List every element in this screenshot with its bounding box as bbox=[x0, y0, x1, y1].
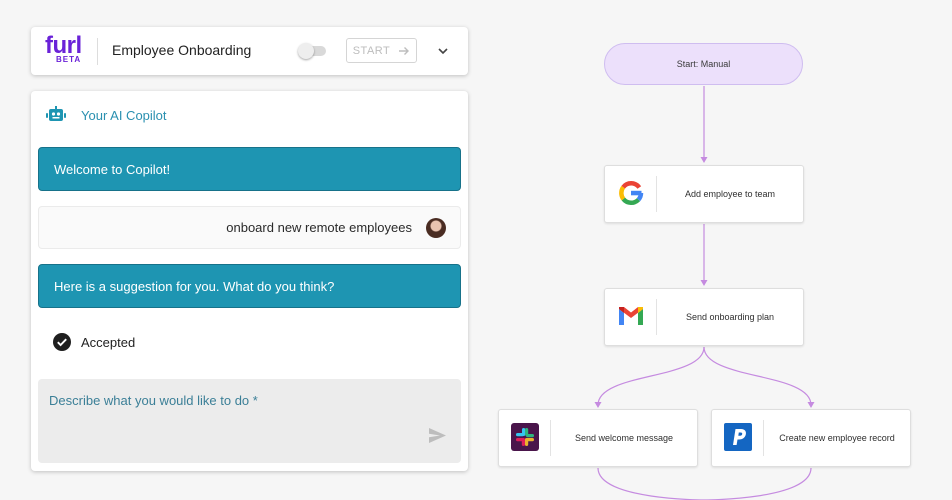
step-node-add-employee[interactable]: Add employee to team bbox=[604, 165, 804, 223]
beta-badge: BETA bbox=[56, 55, 82, 64]
trigger-node[interactable]: Start: Manual bbox=[604, 43, 803, 85]
ai-message-text: Welcome to Copilot! bbox=[54, 161, 171, 177]
send-icon[interactable] bbox=[429, 428, 446, 443]
header-divider bbox=[97, 38, 98, 65]
start-button[interactable]: START bbox=[346, 38, 417, 63]
robot-icon bbox=[46, 106, 66, 121]
ai-message: Here is a suggestion for you. What do yo… bbox=[38, 264, 461, 308]
step-label: Send onboarding plan bbox=[685, 312, 775, 322]
flow-header: furl BETA Employee Onboarding START bbox=[31, 27, 468, 75]
user-avatar bbox=[426, 217, 446, 238]
google-icon bbox=[619, 181, 644, 206]
step-node-send-welcome[interactable]: Send welcome message bbox=[498, 409, 698, 467]
slack-icon bbox=[511, 423, 539, 451]
prompt-input[interactable] bbox=[38, 379, 461, 463]
flow-title[interactable]: Employee Onboarding bbox=[112, 42, 251, 58]
trigger-node-label: Start: Manual bbox=[676, 59, 731, 69]
paypal-icon bbox=[724, 423, 752, 451]
step-label: Create new employee record bbox=[779, 433, 895, 443]
user-message-text: onboard new remote employees bbox=[226, 220, 412, 235]
accepted-label: Accepted bbox=[81, 334, 136, 350]
step-label: Send welcome message bbox=[574, 433, 674, 443]
furl-logo[interactable]: furl BETA bbox=[45, 32, 85, 66]
start-button-label: START bbox=[352, 44, 391, 57]
arrow-right-icon bbox=[399, 46, 410, 55]
user-message: onboard new remote employees bbox=[38, 206, 461, 249]
ai-message-text: Here is a suggestion for you. What do yo… bbox=[54, 278, 335, 294]
accepted-status: Accepted bbox=[53, 333, 135, 351]
active-toggle[interactable] bbox=[298, 43, 326, 59]
copilot-title: Your AI Copilot bbox=[81, 108, 167, 123]
prompt-input-container bbox=[38, 379, 461, 463]
step-label: Add employee to team bbox=[684, 189, 776, 199]
check-circle-icon bbox=[53, 333, 71, 351]
step-node-send-plan[interactable]: Send onboarding plan bbox=[604, 288, 804, 346]
copilot-panel: Your AI Copilot Welcome to Copilot! onbo… bbox=[31, 91, 468, 471]
chevron-down-icon[interactable] bbox=[436, 44, 450, 58]
step-node-create-record[interactable]: Create new employee record bbox=[711, 409, 911, 467]
ai-message: Welcome to Copilot! bbox=[38, 147, 461, 191]
gmail-icon bbox=[619, 307, 643, 325]
toggle-knob bbox=[298, 43, 314, 59]
